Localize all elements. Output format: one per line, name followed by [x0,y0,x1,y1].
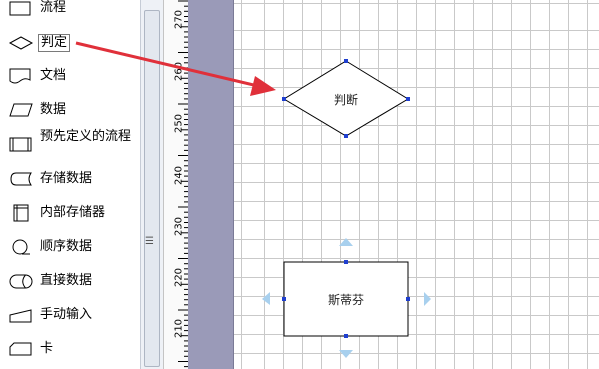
connect-right-arrow-icon [424,292,431,306]
shape-item-manual-input[interactable]: 手动输入 [0,299,140,329]
decision-shape-icon [8,36,34,50]
shape-item-label: 直接数据 [40,273,93,288]
offpage-area [188,0,234,369]
shape-item-document[interactable]: 文档 [0,60,140,90]
shapes-panel: 流程 判定 文档 数据 预先定义的流程 存储数据 内部存储器 顺序数据 直接数据… [0,0,162,369]
shape-item-process[interactable]: 流程 [0,0,140,22]
scrollbar-thumb[interactable] [144,10,160,367]
predefined-process-shape-icon [9,137,32,152]
connect-up-arrow-icon [339,238,353,246]
ruler-label: 240 [173,165,185,186]
process-node-label: 斯蒂芬 [327,293,364,307]
shape-item-label: 数据 [40,102,67,117]
ruler-label: 210 [173,318,185,339]
direct-data-shape-icon [9,274,33,289]
data-shape-icon [9,103,33,117]
shape-item-label: 顺序数据 [40,239,93,254]
ruler-label: 260 [173,61,185,82]
scrollbar-grip-icon: ☰ [145,236,154,247]
manual-input-shape-icon [9,309,32,323]
document-shape-icon [9,68,31,84]
shape-item-label: 卡 [40,341,54,356]
diagram-layer [262,59,431,358]
process-shape-icon [9,1,31,16]
decision-node-label: 判断 [333,93,358,107]
shape-item-internal-storage[interactable]: 内部存储器 [0,197,140,227]
card-shape-icon [9,342,32,356]
shape-item-label: 内部存储器 [40,205,106,220]
shape-item-label: 存储数据 [40,171,93,186]
connect-down-arrow-icon [339,350,353,358]
connect-left-arrow-icon [262,292,270,305]
shape-item-card[interactable]: 卡 [0,333,140,363]
shape-item-label: 预先定义的流程 [40,129,132,144]
shape-item-label: 手动输入 [40,307,93,322]
shape-item-direct-data[interactable]: 直接数据 [0,265,140,295]
shape-item-data[interactable]: 数据 [0,94,140,124]
shape-item-decision[interactable]: 判定 [0,28,140,58]
sequential-data-shape-icon [12,239,30,255]
vertical-ruler: 270 260 250 240 230 220 210 [163,0,189,369]
shapes-panel-scrollbar[interactable] [140,0,163,369]
shape-item-sequential-data[interactable]: 顺序数据 [0,231,140,261]
internal-storage-shape-icon [13,204,29,222]
shape-item-label: 文档 [40,68,67,83]
shape-item-predefined-process[interactable]: 预先定义的流程 [0,124,140,162]
stored-data-shape-icon [10,172,32,186]
shape-item-stored-data[interactable]: 存储数据 [0,163,140,193]
shape-item-label: 判定 [38,34,71,52]
ruler-label: 220 [173,267,185,288]
ruler-label: 270 [173,9,185,30]
drawing-canvas[interactable]: 判断 斯蒂芬 [234,0,599,369]
shape-item-label: 流程 [40,0,67,15]
ruler-label: 250 [173,113,185,134]
ruler-label: 230 [173,216,185,237]
